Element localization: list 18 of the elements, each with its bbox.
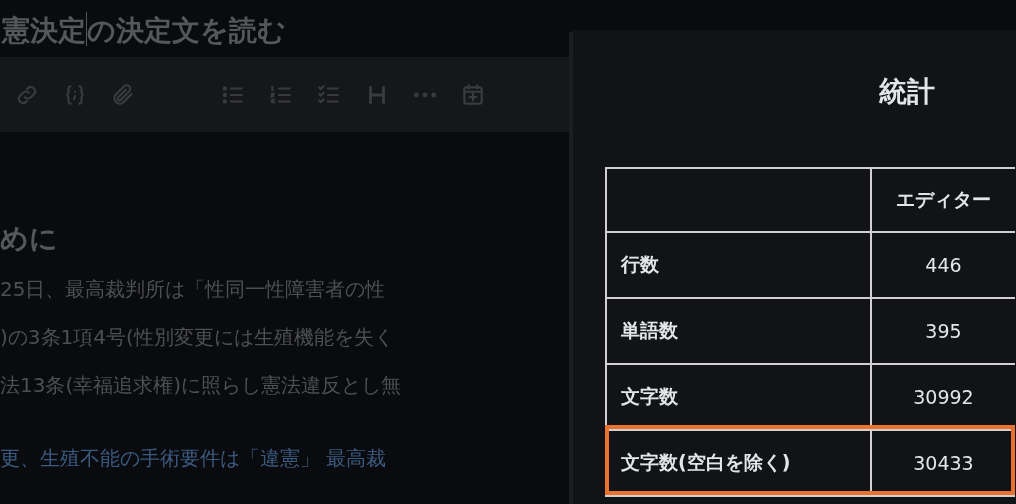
row-label: 単語数 bbox=[621, 318, 678, 343]
paragraph-line: )の3条1項4号(性別変更には生殖機能を失く bbox=[0, 324, 394, 351]
link-text[interactable]: 更、生殖不能の手術要件は「違憲」 最高裁 bbox=[0, 445, 387, 471]
panel-title: 統計 bbox=[879, 74, 935, 110]
row-label: 文字数(空白を除く) bbox=[621, 450, 791, 475]
paragraph-line: 法13条(幸福追求権)に照らし憲法違反とし無 bbox=[0, 372, 402, 399]
table-cell: 30433 bbox=[913, 452, 974, 474]
column-header: エディター bbox=[896, 187, 991, 212]
paperclip-icon[interactable] bbox=[110, 81, 136, 108]
calendar-plus-icon[interactable] bbox=[460, 81, 486, 108]
row-label: 行数 bbox=[621, 252, 659, 277]
row-label: 文字数 bbox=[621, 384, 678, 409]
section-heading: めに bbox=[0, 221, 58, 257]
document-title[interactable]: 憲決定の決定文を読む bbox=[0, 0, 573, 57]
paragraph-line: 25日、最高裁判所は「性同一性障害者の性 bbox=[0, 276, 386, 303]
table-cell: 30992 bbox=[913, 386, 974, 408]
table-cell: 395 bbox=[925, 320, 962, 342]
table-cell: 446 bbox=[925, 254, 962, 276]
